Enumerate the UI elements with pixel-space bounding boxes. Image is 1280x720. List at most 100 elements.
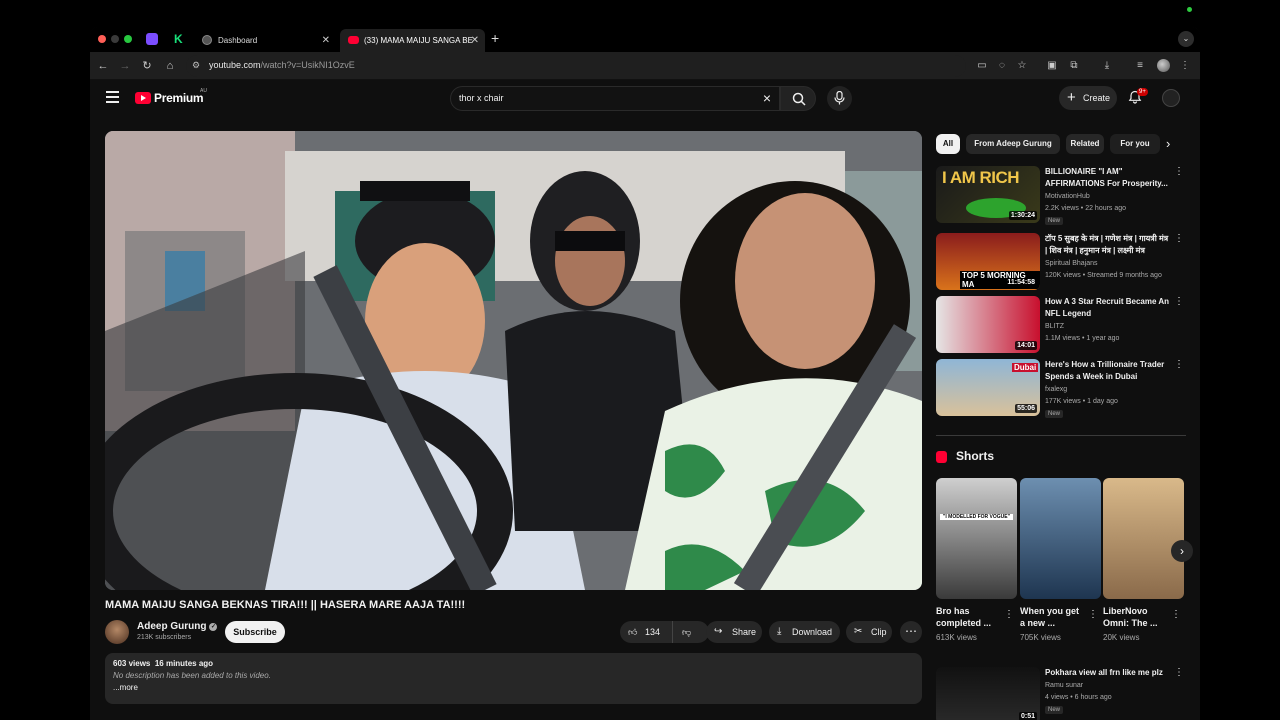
short-views: 613K views [936,633,977,642]
clear-search-icon[interactable]: × [763,90,771,106]
rec-title[interactable]: How A 3 Star Recruit Became An NFL Legen… [1045,296,1171,320]
rec-title[interactable]: Here's How a Trillionaire Trader Spends … [1045,359,1171,383]
pinned-tab-2[interactable]: K [174,33,186,45]
rec-title[interactable]: BILLIONAIRE "I AM" AFFIRMATIONS For Pros… [1045,166,1171,190]
create-button[interactable]: + Create [1059,86,1117,110]
channel-name[interactable]: Adeep Gurung ✓ [137,621,218,632]
eye-off-icon[interactable]: ◌ [995,58,1009,74]
more-options-icon[interactable]: ⋮ [1174,166,1184,177]
short-thumbnail[interactable] [1103,478,1184,599]
url-path: /watch?v=UsikNI1OzvE [260,60,355,70]
tab-strip: K Dashboard ✕ (33) MAMA MAIJU SANGA BE ✕… [90,27,1200,52]
more-options-icon[interactable]: ⋮ [1174,233,1184,244]
short-title[interactable]: When you get a new ... [1020,605,1084,629]
more-options-icon[interactable]: ⋮ [1088,609,1098,620]
video-frame [105,131,922,590]
more-options-icon[interactable]: ⋮ [1174,359,1184,370]
video-thumbnail[interactable]: I AM RICH 1:30:24 [936,166,1040,223]
video-thumbnail[interactable]: TOP 5 MORNING MA 11:54:58 [936,233,1040,290]
short-title[interactable]: Bro has completed ... [936,605,1000,629]
rec-channel[interactable]: fxalexg [1045,386,1067,393]
recommendation-item[interactable]: I AM RICH 1:30:24 BILLIONAIRE "I AM" AFF… [936,166,1186,225]
short-thumbnail[interactable]: "I MODELLED FOR VOGUE" [936,478,1017,599]
more-actions-button[interactable]: ⋯ [900,621,922,643]
home-icon[interactable]: ⌂ [162,58,178,74]
maximize-window-button[interactable] [124,35,132,43]
rec-title[interactable]: Pokhara view all frn like me plz [1045,667,1171,679]
video-duration: 11:54:58 [1005,278,1037,287]
dislike-button[interactable]: 👎︎ [682,621,691,643]
more-options-icon[interactable]: ⋮ [1004,609,1014,620]
bookmark-star-icon[interactable]: ☆ [1015,58,1029,74]
extension-icon[interactable]: ▣ [1045,58,1059,74]
browser-menu-icon[interactable]: ⋮ [1178,58,1192,74]
shorts-next-button[interactable]: › [1171,540,1193,562]
channel-avatar[interactable] [105,620,129,644]
more-options-icon[interactable]: ⋮ [1174,296,1184,307]
video-thumbnail[interactable]: 14:01 [936,296,1040,353]
tab-search-button[interactable]: ⌄ [1178,31,1194,47]
chip-all[interactable]: All [936,134,960,154]
profile-avatar[interactable] [1157,59,1170,72]
reload-icon[interactable]: ↻ [139,58,155,74]
rec-title[interactable]: टॉप 5 सुबह के मंत्र | गणेश मंत्र | गायत्… [1045,233,1171,257]
search-button[interactable] [780,86,816,111]
video-duration: 14:01 [1015,341,1037,350]
recommendation-item[interactable]: 0:51 Pokhara view all frn like me plz Ra… [936,667,1186,720]
video-player[interactable] [105,131,922,590]
address-bar[interactable]: ⚙ youtube.com/watch?v=UsikNI1OzvE [186,55,966,77]
video-thumbnail[interactable]: 0:51 [936,667,1040,720]
rec-channel[interactable]: Ramu sunar [1045,682,1083,689]
search-input[interactable]: thor x chair × [450,86,780,111]
new-tab-button[interactable]: + [491,30,499,46]
tab-youtube-video[interactable]: (33) MAMA MAIJU SANGA BE ✕ [340,29,485,52]
chip-for-you[interactable]: For you [1110,134,1160,154]
search-icon [792,92,806,106]
download-icon[interactable]: ⤓ [1100,58,1114,74]
share-button[interactable]: ↪ Share [706,621,762,643]
minimize-window-button[interactable] [111,35,119,43]
video-thumbnail[interactable]: Dubai 55:06 [936,359,1040,416]
url-host: youtube.com [209,60,261,70]
voice-search-button[interactable] [827,86,852,111]
subscribe-button[interactable]: Subscribe [225,621,285,643]
chevron-right-icon[interactable]: › [1166,134,1170,154]
short-title[interactable]: LiberNovo Omni: The ... [1103,605,1167,629]
brand-label[interactable]: Premium [154,91,204,105]
recommendation-item[interactable]: Dubai 55:06 Here's How a Trillionaire Tr… [936,359,1186,418]
close-tab-icon[interactable]: ✕ [471,29,479,52]
tab-dashboard[interactable]: Dashboard ✕ [194,29,336,52]
close-window-button[interactable] [98,35,106,43]
chip-related[interactable]: Related [1066,134,1104,154]
site-info-icon[interactable]: ⚙ [192,60,200,71]
cast-icon[interactable]: ▭ [975,58,989,74]
download-button[interactable]: ⤓ Download [769,621,840,643]
video-duration: 0:51 [1018,712,1037,720]
rec-channel[interactable]: BLITZ [1045,323,1064,330]
recommendation-item[interactable]: 14:01 How A 3 Star Recruit Became An NFL… [936,296,1186,354]
browser-window: K Dashboard ✕ (33) MAMA MAIJU SANGA BE ✕… [90,27,1200,720]
short-thumbnail[interactable] [1020,478,1101,599]
back-icon[interactable]: ← [95,58,111,74]
media-controls-icon[interactable]: ≡ [1133,58,1147,74]
more-options-icon[interactable]: ⋮ [1174,667,1184,678]
upload-time: 16 minutes ago [154,659,214,668]
more-options-icon[interactable]: ⋮ [1171,609,1181,620]
like-button[interactable]: 👍︎ 134 [620,621,673,643]
show-more-link[interactable]: ...more [113,683,914,692]
microphone-icon [834,91,845,105]
pinned-tab-1[interactable] [146,33,158,45]
youtube-logo-icon[interactable] [135,92,151,104]
chip-from-channel[interactable]: From Adeep Gurung [966,134,1060,154]
clip-button[interactable]: ✂ Clip [846,621,892,643]
close-tab-icon[interactable]: ✕ [322,29,330,52]
rec-channel[interactable]: MotivationHub [1045,193,1090,200]
thumbnail-text: I AM RICH [942,168,1020,187]
forward-icon[interactable]: → [117,58,133,74]
rec-channel[interactable]: Spiritual Bhajans [1045,260,1098,267]
account-avatar[interactable] [1162,89,1180,107]
recommendation-item[interactable]: TOP 5 MORNING MA 11:54:58 टॉप 5 सुबह के … [936,233,1186,291]
menu-icon[interactable] [106,91,119,103]
puzzle-icon[interactable]: ⧉ [1067,58,1081,74]
description-box[interactable]: 603 views 16 minutes ago No description … [105,653,922,704]
